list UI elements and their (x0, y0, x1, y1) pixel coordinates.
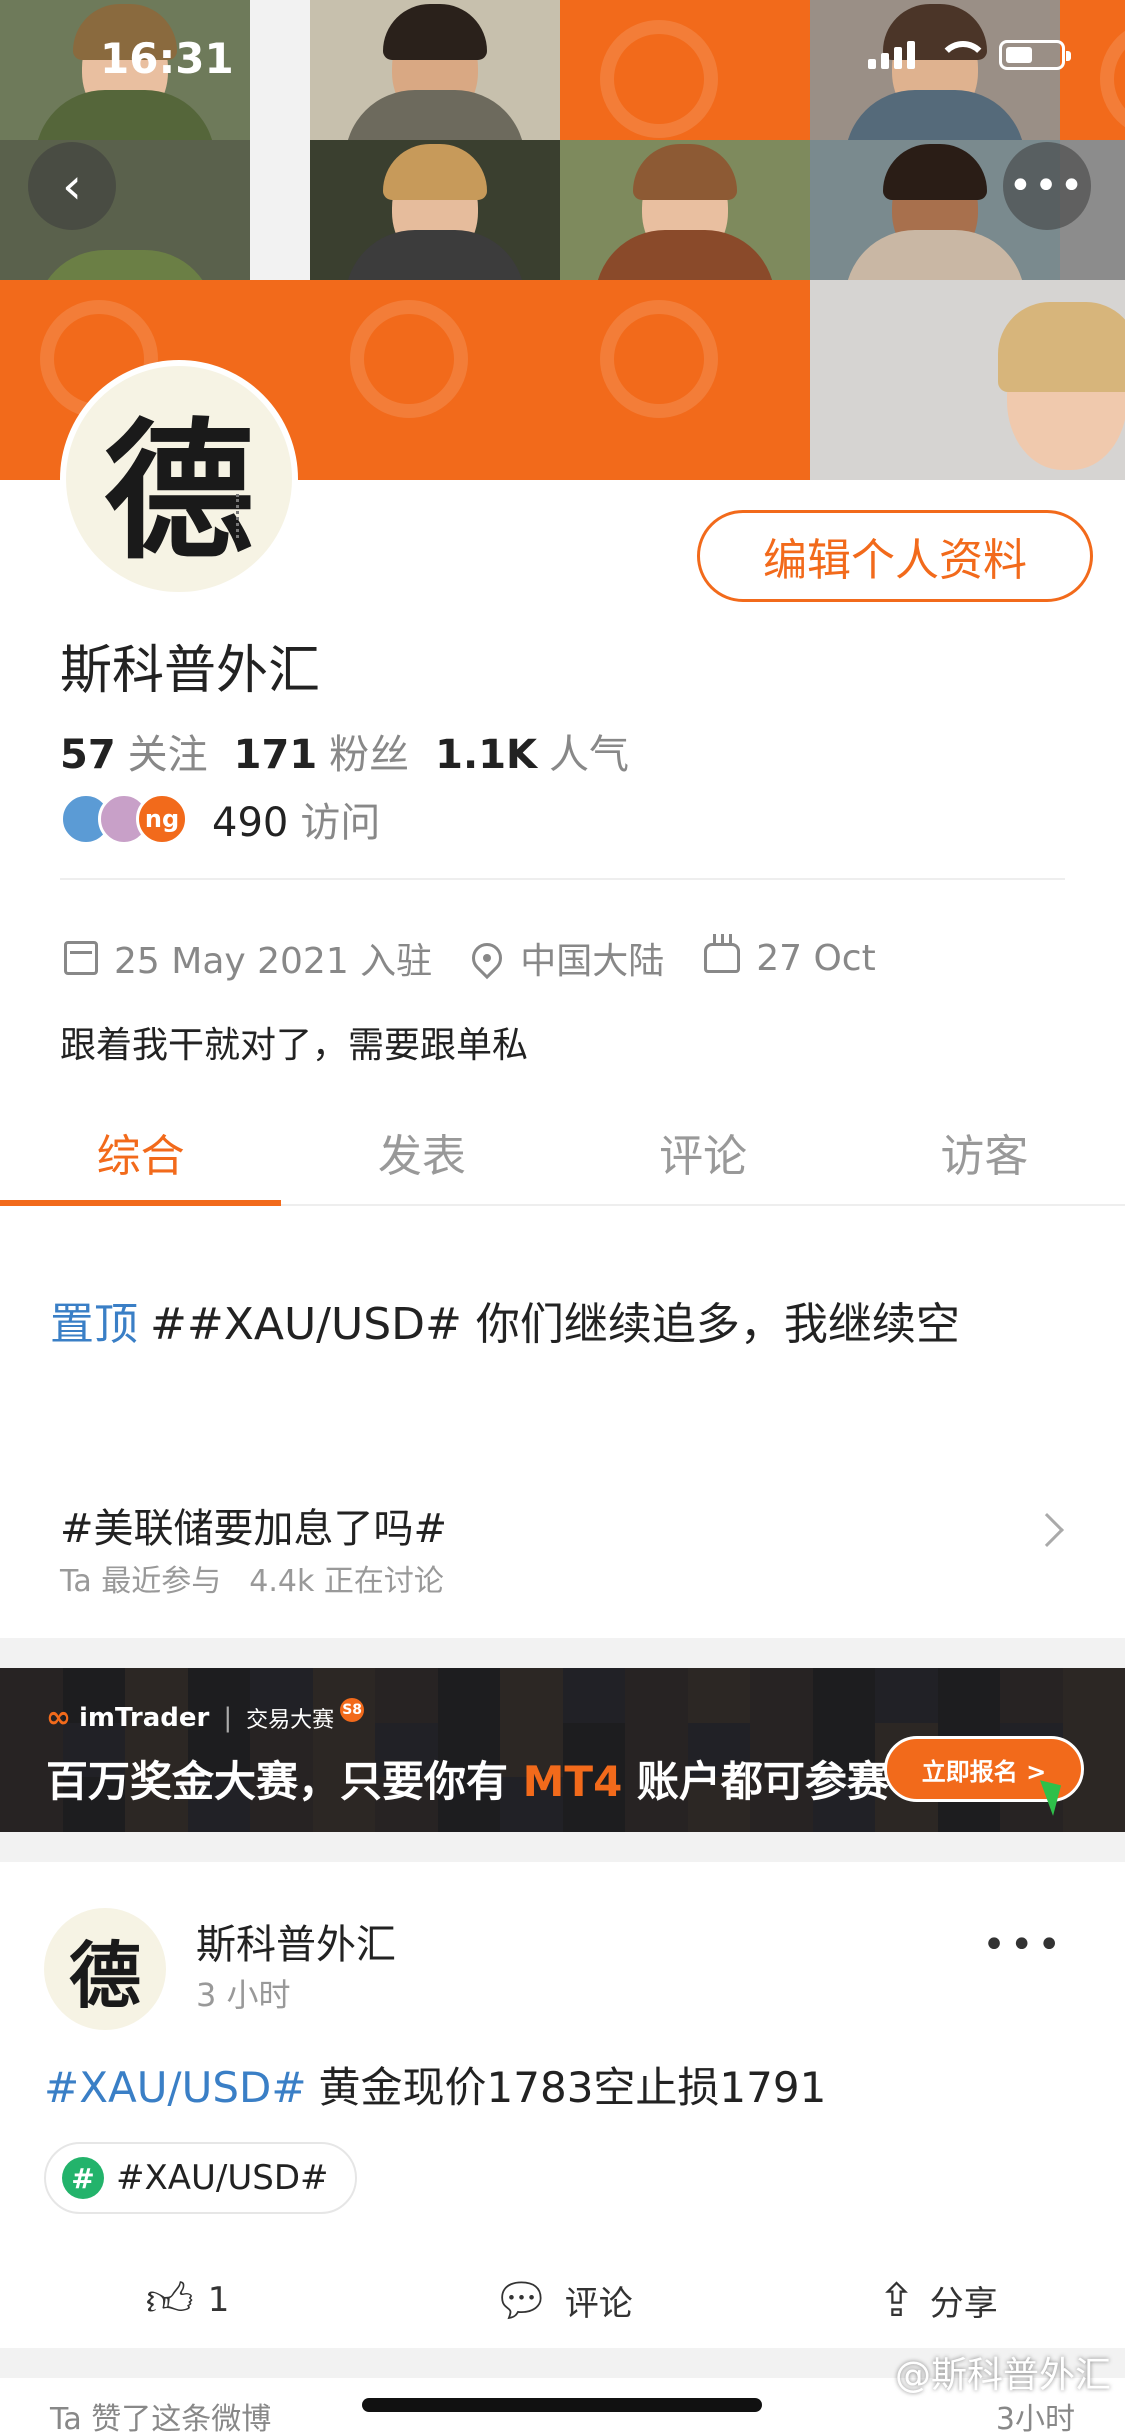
tab-overview[interactable]: 综合 (0, 1100, 282, 1206)
tab-visitors[interactable]: 访客 (844, 1100, 1125, 1204)
cover-photo (310, 140, 560, 300)
popularity-count: 1.1K (435, 732, 538, 778)
topic-subtitle: Ta 最近参与 4.4k 正在讨论 (60, 1556, 472, 1600)
ad-badge: S8 (340, 1697, 365, 1722)
more-icon: ••• (1008, 163, 1086, 209)
watermark: @斯科普外汇 (894, 2355, 1111, 2396)
share-icon: ⇪ (877, 2273, 916, 2327)
ad-brand-sub: 交易大赛 (246, 1707, 335, 1733)
ad-brand-name: imTrader (79, 1702, 210, 1733)
cover-photo (810, 280, 1125, 480)
comment-label: 评论 (564, 2283, 633, 2324)
topic-discussing: 4.4k 正在讨论 (249, 1564, 444, 1599)
ad-headline: 百万奖金大赛，只要你有 MT4 账户都可参赛 (46, 1748, 889, 1809)
location: 中国大陆 (465, 932, 665, 984)
tab-posts[interactable]: 发表 (281, 1100, 562, 1204)
status-time: 16:31 (100, 34, 234, 83)
chevron-right-icon (1030, 1513, 1064, 1547)
cover-photo (560, 140, 810, 300)
share-button[interactable]: ⇪ 分享 (750, 2252, 1125, 2348)
pinned-tag: 置顶 (50, 1299, 138, 1350)
ad-headline-part: 账户都可参赛 (622, 1757, 889, 1806)
cover-tile (1060, 0, 1125, 140)
recent-visitors[interactable]: ng 490 访问 (60, 790, 380, 848)
cover-tile (560, 0, 810, 140)
birthday-text: 27 Oct (756, 937, 876, 979)
ad-banner[interactable]: ∞ imTrader | 交易大赛 S8 百万奖金大赛，只要你有 MT4 账户都… (0, 1668, 1125, 1832)
topic-chip-label: #XAU/USD# (116, 2158, 329, 2198)
popularity-label: 人气 (549, 732, 630, 778)
chevron-left-icon: ‹ (62, 157, 82, 215)
followers-label[interactable]: 粉丝 (329, 722, 409, 780)
home-indicator[interactable] (362, 2398, 762, 2412)
location-text: 中国大陆 (520, 941, 665, 982)
avatar-seal (236, 494, 254, 538)
joined-text: 25 May 2021 入驻 (114, 941, 433, 982)
profile-avatar[interactable]: 德 (60, 360, 298, 598)
profile-tabs: 综合 发表 评论 访客 (0, 1100, 1125, 1206)
profile-meta: 25 May 2021 入驻 中国大陆 27 Oct (64, 932, 916, 984)
feed-post: 德 斯科普外汇 3 小时 ••• #XAU/USD# 黄金现价1783空止损179… (0, 1862, 1125, 2348)
like-button[interactable]: 👍︎ 1 (0, 2252, 375, 2348)
topic-chip[interactable]: # #XAU/USD# (44, 2142, 357, 2214)
back-button[interactable]: ‹ (28, 142, 116, 230)
post-time: 3 小时 (196, 1976, 291, 2014)
ad-brand-separator: | (223, 1702, 233, 1733)
visits-stat: 490 访问 (212, 790, 380, 848)
profile-name: 斯科普外汇 (60, 641, 321, 701)
cover-photo (310, 0, 560, 160)
topic-card[interactable]: #美联储要加息了吗# Ta 最近参与 4.4k 正在讨论 (0, 1446, 1125, 1638)
avatar-calligraphy: 德 (68, 1932, 141, 2018)
visitor-avatar: ng (136, 793, 188, 845)
profile-bio: 跟着我干就对了，需要跟单私 (60, 1025, 529, 1066)
avatar-calligraphy: 德 (103, 403, 254, 580)
tab-comments[interactable]: 评论 (563, 1100, 844, 1204)
like-count: 1 (207, 2280, 230, 2320)
ad-headline-highlight: MT4 (522, 1757, 623, 1806)
post-text: 黄金现价1783空止损1791 (318, 2063, 827, 2112)
birthday: 27 Oct (704, 934, 876, 979)
post-more-button[interactable]: ••• (982, 1922, 1065, 1968)
thumbs-up-icon: 👍︎ (145, 2272, 194, 2326)
next-item-time: 3小时 (995, 2402, 1075, 2436)
topic-title: #美联储要加息了吗# (60, 1506, 448, 1552)
share-label: 分享 (929, 2283, 998, 2324)
cover-tile (310, 280, 560, 480)
hashtag-icon: # (62, 2157, 104, 2199)
post-avatar[interactable]: 德 (44, 1908, 166, 2030)
divider (60, 878, 1065, 880)
visits-label: 访问 (300, 800, 381, 846)
following-count[interactable]: 57 (60, 732, 116, 778)
cake-icon (704, 934, 741, 973)
cover-tile (560, 280, 810, 480)
post-content[interactable]: #XAU/USD# 黄金现价1783空止损1791 (44, 2054, 826, 2115)
location-pin-icon (465, 936, 509, 980)
post-actions: 👍︎ 1 💬︎ 评论 ⇪ 分享 (0, 2252, 1125, 2348)
comment-bubble-icon: 💬︎ (492, 2272, 551, 2327)
pinned-post[interactable]: 置顶 ##XAU/USD# 你们继续追多，我继续空 (0, 1208, 1125, 1416)
comment-button[interactable]: 💬︎ 评论 (375, 2252, 750, 2348)
wifi-icon (937, 41, 989, 69)
followers-count[interactable]: 171 (234, 732, 318, 778)
status-icons (868, 40, 1071, 70)
topic-recent: Ta 最近参与 (60, 1564, 222, 1599)
profile-stats: 57 关注 171 粉丝 1.1K 人气 (60, 722, 655, 780)
calendar-icon (64, 941, 98, 975)
more-options-button[interactable]: ••• (1003, 142, 1091, 230)
post-hashtag[interactable]: #XAU/USD# (44, 2063, 307, 2112)
next-item-text: Ta 赞了这条微博 (50, 2402, 272, 2436)
ad-brand: ∞ imTrader | 交易大赛 S8 (46, 1697, 365, 1735)
edit-profile-button[interactable]: 编辑个人资料 (697, 510, 1093, 602)
following-label[interactable]: 关注 (128, 722, 208, 780)
infinity-logo-icon: ∞ (46, 1700, 71, 1735)
signal-icon (868, 41, 915, 69)
joined-date: 25 May 2021 入驻 (64, 932, 432, 984)
ad-headline-part: 百万奖金大赛，只要你有 (46, 1757, 523, 1806)
visits-count: 490 (212, 800, 289, 846)
battery-icon (999, 40, 1071, 70)
pinned-text: ##XAU/USD# 你们继续追多，我继续空 (150, 1299, 960, 1350)
post-author[interactable]: 斯科普外汇 (196, 1912, 396, 1970)
cover-photo (810, 0, 1060, 160)
